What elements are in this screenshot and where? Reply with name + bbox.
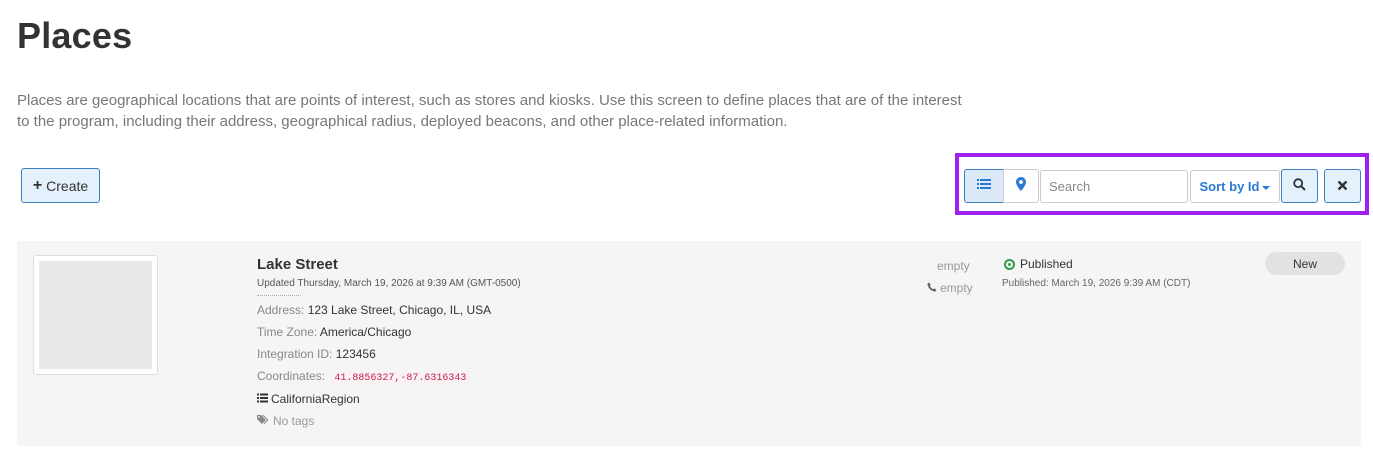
place-name[interactable]: Lake Street bbox=[257, 256, 338, 273]
coordinates-value: 41.8856327,-87.6316343 bbox=[330, 372, 471, 385]
timezone-value: America/Chicago bbox=[319, 325, 412, 339]
updated-timestamp: Updated Thursday, March 19, 2026 at 9:39… bbox=[257, 278, 521, 289]
sort-dropdown-button[interactable]: Sort by Id bbox=[1190, 170, 1280, 203]
search-icon bbox=[1293, 178, 1306, 194]
status-row: Published bbox=[1004, 257, 1073, 271]
list-icon bbox=[977, 177, 991, 195]
timezone-label: Time Zone: bbox=[257, 325, 318, 339]
coordinates-label: Coordinates: bbox=[257, 369, 326, 383]
clear-search-button[interactable] bbox=[1324, 169, 1361, 203]
list-view-button[interactable] bbox=[964, 169, 1004, 203]
address-row: Address: 123 Lake Street, Chicago, IL, U… bbox=[257, 303, 491, 317]
search-input[interactable] bbox=[1040, 170, 1188, 203]
list-icon bbox=[257, 392, 268, 406]
sort-label: Sort by Id bbox=[1199, 179, 1260, 194]
phone-value: empty bbox=[940, 281, 973, 295]
published-timestamp: Published: March 19, 2026 9:39 AM (CDT) bbox=[1002, 278, 1191, 289]
tags-row: No tags bbox=[257, 414, 314, 428]
email-value: empty bbox=[937, 259, 970, 273]
tags-icon bbox=[257, 414, 270, 428]
map-view-button[interactable] bbox=[1003, 169, 1039, 203]
place-card[interactable]: Lake Street Updated Thursday, March 19, … bbox=[17, 241, 1361, 446]
no-tags-label: No tags bbox=[273, 414, 315, 428]
phone-icon bbox=[927, 281, 937, 295]
integration-id-row: Integration ID: 123456 bbox=[257, 347, 376, 361]
integration-id-label: Integration ID: bbox=[257, 347, 333, 361]
plus-icon: + bbox=[32, 176, 43, 194]
thumbnail-placeholder bbox=[39, 261, 152, 369]
close-icon bbox=[1337, 178, 1348, 195]
create-button[interactable]: + Create bbox=[21, 168, 100, 203]
caret-down-icon bbox=[1262, 185, 1271, 190]
integration-id-value: 123456 bbox=[335, 347, 376, 361]
page-description: Places are geographical locations that a… bbox=[17, 92, 962, 130]
region-row: CaliforniaRegion bbox=[257, 392, 360, 406]
page-title: Places bbox=[17, 15, 133, 56]
status-label: Published bbox=[1020, 257, 1073, 271]
updated-underline bbox=[257, 295, 301, 296]
timezone-row: Time Zone: America/Chicago bbox=[257, 325, 411, 339]
address-value: 123 Lake Street, Chicago, IL, USA bbox=[307, 303, 492, 317]
map-marker-icon bbox=[1016, 176, 1026, 196]
published-status-icon bbox=[1004, 258, 1015, 270]
phone-row: empty bbox=[927, 281, 973, 295]
address-label: Address: bbox=[257, 303, 305, 317]
create-button-label: Create bbox=[46, 177, 89, 194]
coordinates-row: Coordinates: 41.8856327,-87.6316343 bbox=[257, 369, 471, 385]
search-button[interactable] bbox=[1281, 169, 1318, 203]
place-thumbnail bbox=[33, 255, 158, 375]
new-badge: New bbox=[1265, 252, 1345, 275]
region-name: CaliforniaRegion bbox=[271, 392, 360, 406]
